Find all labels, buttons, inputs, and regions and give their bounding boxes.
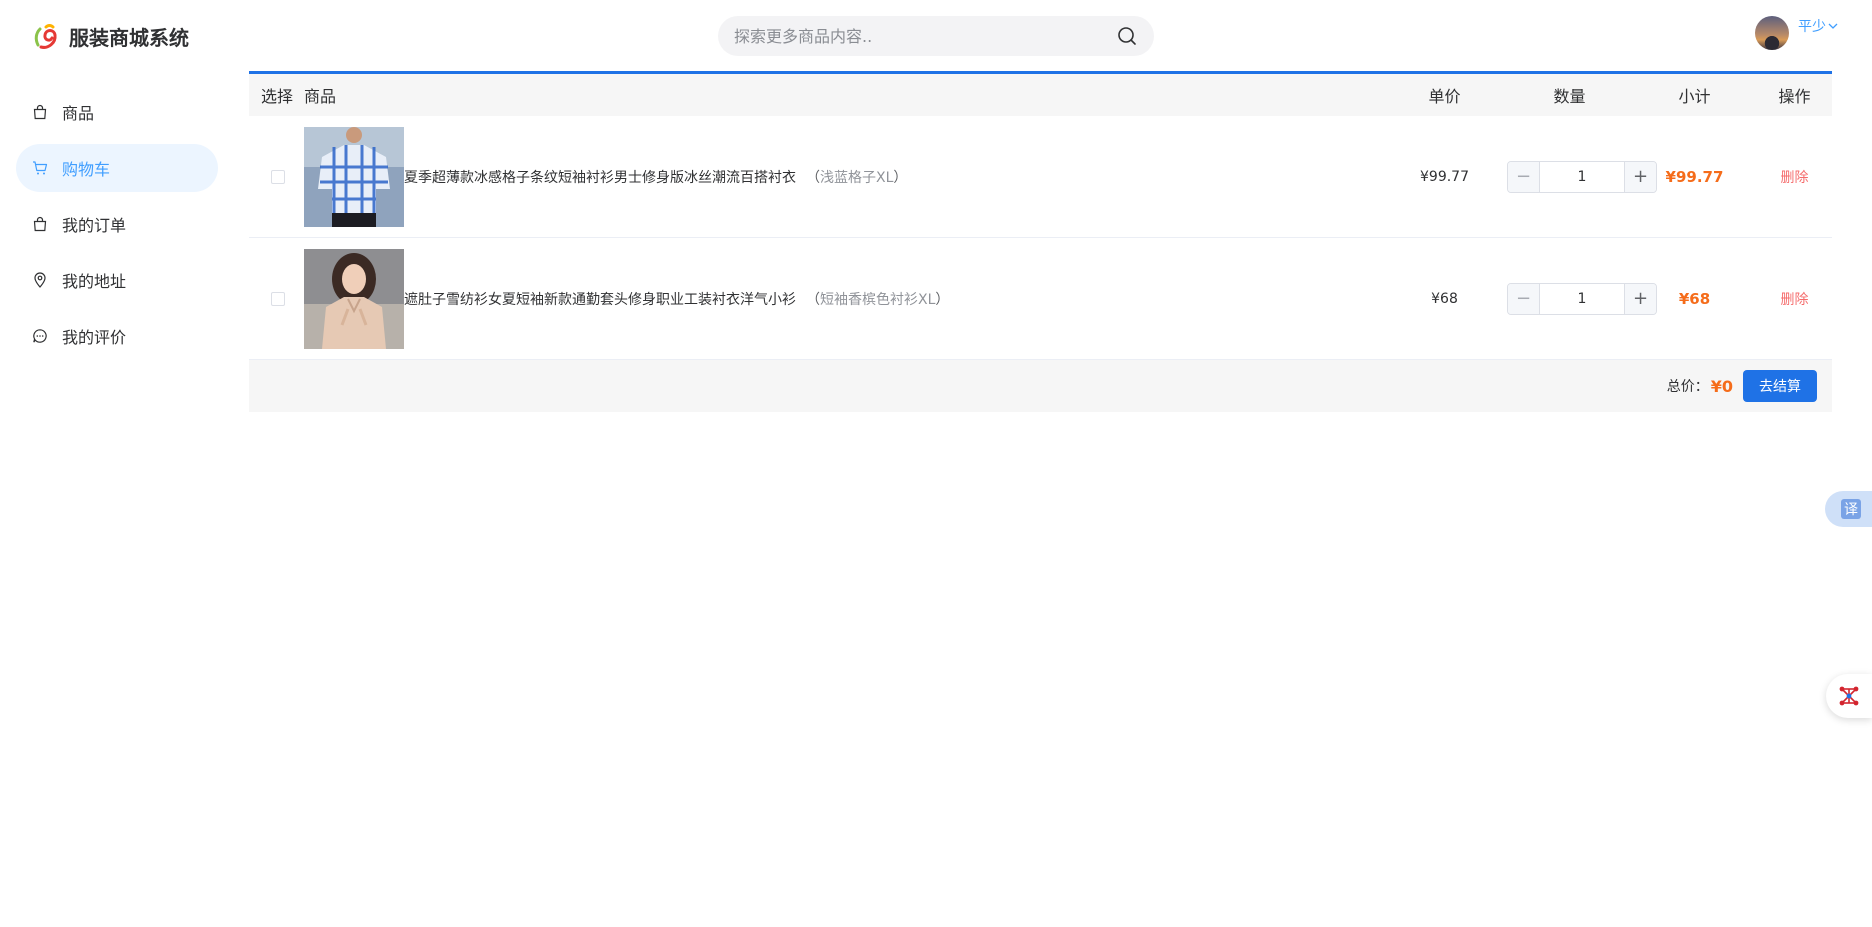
sidebar-item-label: 商品	[62, 104, 95, 123]
product-name[interactable]: 夏季超薄款冰感格子条纹短袖衬衫男士修身版冰丝潮流百搭衬衣	[404, 167, 796, 187]
app-logo[interactable]: 服装商城系统	[32, 22, 189, 51]
chat-bubble-icon	[33, 329, 47, 343]
translate-widget[interactable]: 译	[1825, 491, 1872, 527]
shopping-bag-icon	[33, 104, 47, 120]
cart-footer: 总价： ¥0 去结算	[249, 360, 1832, 412]
translate-icon: 译	[1841, 499, 1861, 519]
product-name[interactable]: 遮肚子雪纺衫女夏短袖新款通勤套头修身职业工装衬衣洋气小衫	[404, 289, 796, 309]
header-quantity: 数量	[1553, 87, 1586, 106]
sidebar-item-reviews[interactable]: 我的评价	[16, 312, 218, 360]
cart-table: 选择 商品 单价 数量 小计 操作 夏季超薄款冰感格子条纹短袖衬衫男士修身版冰丝…	[249, 71, 1832, 412]
location-pin-icon	[34, 272, 46, 288]
logo-icon	[34, 23, 57, 49]
search-bar	[718, 16, 1154, 56]
product-variant: （短袖香槟色衬衫XL）	[806, 291, 950, 308]
quantity-value[interactable]: 1	[1540, 169, 1624, 185]
total-value: ¥0	[1710, 376, 1733, 396]
app-title: 服装商城系统	[69, 26, 189, 50]
product-image[interactable]	[304, 126, 404, 227]
delete-button[interactable]: 删除	[1781, 292, 1809, 308]
sidebar-item-products[interactable]: 商品	[16, 88, 218, 136]
table-header: 选择 商品 单价 数量 小计 操作	[249, 74, 1832, 116]
shopping-bag-icon	[33, 216, 47, 232]
top-header: 服装商城系统 平少	[0, 0, 1872, 70]
user-name: 平少	[1798, 19, 1826, 35]
table-row: 夏季超薄款冰感格子条纹短袖衬衫男士修身版冰丝潮流百搭衬衣 （浅蓝格子XL） ¥9…	[249, 116, 1832, 238]
header-select: 选择	[261, 87, 294, 106]
unit-price: ¥68	[1431, 290, 1458, 307]
product-variant: （浅蓝格子XL）	[806, 169, 908, 186]
unit-price: ¥99.77	[1420, 168, 1469, 185]
sidebar-item-label: 购物车	[62, 160, 111, 179]
assistant-widget[interactable]	[1826, 674, 1872, 718]
sidebar-item-orders[interactable]: 我的订单	[16, 200, 218, 248]
chevron-down-icon	[1828, 23, 1838, 29]
decrease-button[interactable]: −	[1508, 283, 1540, 314]
sidebar-item-cart[interactable]: 购物车	[16, 144, 218, 192]
search-icon[interactable]	[1116, 25, 1138, 47]
search-input[interactable]	[734, 26, 1116, 46]
user-menu[interactable]: 平少	[1798, 16, 1839, 36]
select-checkbox[interactable]	[271, 291, 285, 306]
sidebar-item-label: 我的地址	[62, 272, 127, 291]
table-row: 遮肚子雪纺衫女夏短袖新款通勤套头修身职业工装衬衣洋气小衫 （短袖香槟色衬衫XL）…	[249, 238, 1832, 360]
quantity-value[interactable]: 1	[1540, 291, 1624, 307]
checkout-button[interactable]: 去结算	[1743, 370, 1817, 402]
variant-text: 浅蓝格子XL	[820, 169, 894, 186]
sidebar-item-addresses[interactable]: 我的地址	[16, 256, 218, 304]
sidebar-item-label: 我的评价	[62, 328, 127, 347]
header-price: 单价	[1428, 87, 1461, 106]
network-icon	[1839, 686, 1859, 706]
sidebar-item-label: 我的订单	[62, 216, 127, 235]
delete-button[interactable]: 删除	[1781, 170, 1809, 186]
decrease-button[interactable]: −	[1508, 161, 1540, 192]
cart-icon	[33, 161, 48, 175]
product-image[interactable]	[304, 248, 404, 349]
avatar[interactable]	[1755, 16, 1789, 50]
subtotal: ¥68	[1678, 289, 1711, 308]
select-checkbox[interactable]	[271, 169, 285, 184]
subtotal: ¥99.77	[1665, 167, 1724, 186]
header-subtotal: 小计	[1678, 87, 1711, 106]
header-product: 商品	[304, 87, 337, 106]
sidebar: 商品 购物车 我的订单 我的地址 我的评价	[16, 88, 218, 368]
variant-text: 短袖香槟色衬衫XL	[820, 291, 936, 308]
total-label: 总价：	[1666, 379, 1709, 395]
header-action: 操作	[1778, 87, 1811, 106]
